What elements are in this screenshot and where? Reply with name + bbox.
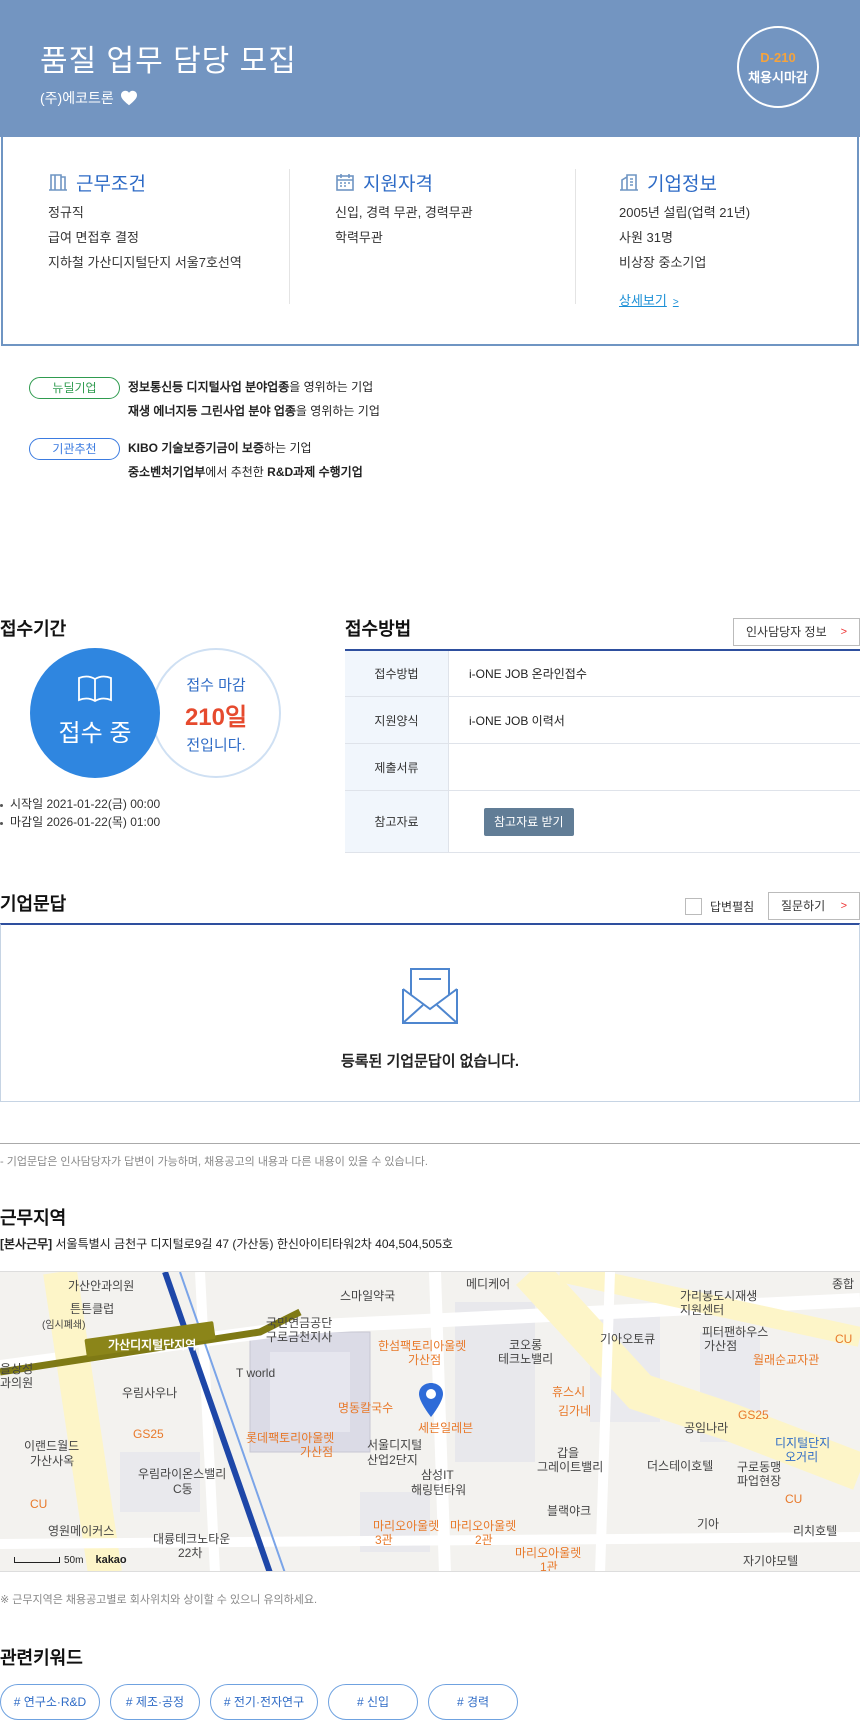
company-detail-link[interactable]: 상세보기 >: [619, 290, 679, 309]
work-conditions: 근무조건 정규직 급여 면접후 결정 지하철 가산디지털단지 서울7호선역: [48, 169, 288, 304]
job-title: 품질 업무 담당 모집: [40, 45, 297, 78]
door-icon: [49, 174, 67, 191]
location-title: 근무지역: [0, 1208, 67, 1228]
period-list: 시작일 2021-01-22(금) 00:00 마감일 2026-01-22(목…: [0, 795, 160, 831]
qa-note: - 기업문답은 인사담당자가 답변이 가능하며, 채용공고의 내용과 다른 내용…: [0, 1156, 428, 1168]
download-reference-button[interactable]: 참고자료 받기: [484, 807, 574, 836]
qa-empty-message: 등록된 기업문답이 없습니다.: [340, 1053, 520, 1070]
keyword-tag[interactable]: # 연구소·R&D: [0, 1684, 100, 1720]
hr-info-button[interactable]: 인사담당자 정보 >: [733, 618, 860, 646]
reception-period-title: 접수기간: [0, 619, 67, 639]
employment-type: 정규직: [48, 205, 84, 220]
work-conditions-title: 근무조건: [76, 173, 146, 195]
reception-table: 접수방법 i-ONE JOB 온라인접수 지원양식 i-ONE JOB 이력서 …: [345, 649, 860, 853]
education-requirement: 학력무관: [335, 230, 383, 245]
map-scale: 50m kakao: [14, 1554, 127, 1566]
envelope-icon: [402, 968, 458, 1024]
building-icon: [620, 174, 638, 191]
dday-deadline-label: 채용시마감: [748, 70, 808, 85]
keyword-tag[interactable]: # 신입: [328, 1684, 418, 1720]
work-address: [본사근무] 서울특별시 금천구 디지털로9길 47 (가산동) 한신아이티타워…: [0, 1237, 453, 1251]
company-tags: 뉴딜기업 정보통신등 디지털사업 분야업종을 영위하는 기업 재생 에너지등 그…: [29, 377, 380, 499]
table-row: 제출서류: [345, 744, 860, 791]
table-row: 참고자료 참고자료 받기: [345, 791, 860, 853]
company-type: 비상장 중소기업: [619, 255, 707, 270]
qualifications-title: 지원자격: [363, 173, 433, 195]
heart-icon[interactable]: [120, 90, 138, 106]
keyword-tag[interactable]: # 전기·전자연구: [210, 1684, 318, 1720]
summary-panel: 근무조건 정규직 급여 면접후 결정 지하철 가산디지털단지 서울7호선역 지원…: [1, 137, 859, 346]
company-info: 기업정보 2005년 설립(업력 21년) 사원 31명 비상장 중소기업 상세…: [575, 169, 860, 308]
map-labels: 가산안과의원 튼튼클럽 (임시폐쇄) 가산디지털단지역 을상성 과의원 우림사우…: [0, 1277, 855, 1572]
chevron-right-icon: >: [840, 626, 847, 638]
tag-row: 뉴딜기업 정보통신등 디지털사업 분야업종을 영위하는 기업 재생 에너지등 그…: [29, 377, 380, 423]
dday-badge: D-210 채용시마감: [737, 26, 819, 108]
map-note: ※ 근무지역은 채용공고별로 회사위치와 상이할 수 있으니 유의하세요.: [0, 1594, 318, 1606]
keyword-list: # 연구소·R&D # 제조·공정 # 전기·전자연구 # 신입 # 경력: [0, 1684, 518, 1720]
tag-institution: 기관추천: [29, 438, 120, 460]
tag-row: 기관추천 KIBO 기술보증기금이 보증하는 기업 중소벤처기업부에서 추천한 …: [29, 438, 380, 484]
qa-title: 기업문답: [0, 894, 67, 914]
status-circle: 접수 중: [30, 648, 160, 778]
start-date: 시작일 2021-01-22(금) 00:00: [0, 795, 160, 813]
company-name-row: (주)에코트론: [40, 88, 138, 108]
job-header: 품질 업무 담당 모집 (주)에코트론 D-210 채용시마감: [0, 0, 860, 137]
divider: [0, 1143, 860, 1144]
end-date: 마감일 2026-01-22(목) 01:00: [0, 813, 160, 831]
reception-method-title: 접수방법: [345, 619, 412, 639]
remaining-days-circle: 접수 마감 210일 전입니다.: [151, 648, 281, 778]
table-row: 지원양식 i-ONE JOB 이력서: [345, 697, 860, 744]
expand-answers-toggle[interactable]: 답변펼침: [685, 898, 754, 915]
founded: 2005년 설립(업력 21년): [619, 205, 751, 220]
checkbox[interactable]: [685, 898, 702, 915]
keywords-title: 관련키워드: [0, 1648, 83, 1668]
subway: 지하철 가산디지털단지 서울7호선역: [48, 255, 242, 270]
tag-newdeal: 뉴딜기업: [29, 377, 120, 399]
company-name[interactable]: (주)에코트론: [40, 88, 114, 108]
calendar-icon: [336, 174, 354, 191]
salary: 급여 면접후 결정: [48, 230, 139, 245]
remaining-days: 210일: [184, 704, 248, 731]
keyword-tag[interactable]: # 경력: [428, 1684, 518, 1720]
location-pin-icon: [419, 1383, 443, 1417]
ask-question-button[interactable]: 질문하기 >: [768, 892, 860, 920]
location-map[interactable]: 가산안과의원 튼튼클럽 (임시폐쇄) 가산디지털단지역 을상성 과의원 우림사우…: [0, 1271, 860, 1572]
book-icon: [78, 675, 112, 703]
status-label: 접수 중: [58, 720, 132, 747]
chevron-right-icon: >: [840, 900, 847, 912]
career-requirement: 신입, 경력 무관, 경력무관: [335, 205, 473, 220]
chevron-right-icon: >: [672, 297, 679, 308]
qualifications: 지원자격 신입, 경력 무관, 경력무관 학력무관: [289, 169, 575, 304]
company-info-title: 기업정보: [647, 173, 717, 195]
employees: 사원 31명: [619, 230, 673, 245]
keyword-tag[interactable]: # 제조·공정: [110, 1684, 200, 1720]
table-row: 접수방법 i-ONE JOB 온라인접수: [345, 651, 860, 697]
qa-empty-panel: 등록된 기업문답이 없습니다.: [0, 923, 860, 1102]
dday-count: D-210: [760, 50, 796, 65]
